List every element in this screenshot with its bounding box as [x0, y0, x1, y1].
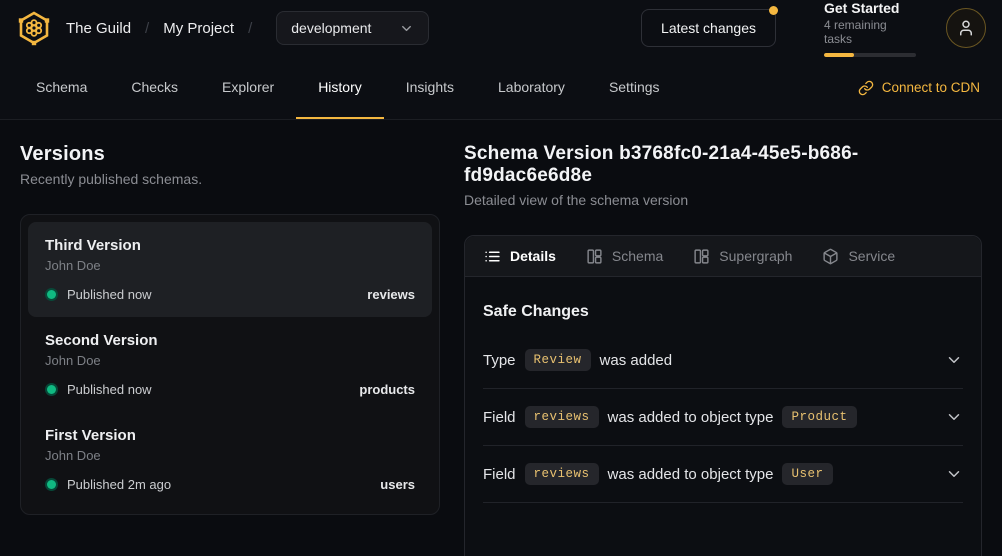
tab-explorer[interactable]: Explorer	[200, 56, 296, 119]
service-name: reviews	[367, 287, 415, 302]
change-prefix: Type	[483, 352, 516, 369]
detail-subtitle: Detailed view of the schema version	[464, 192, 982, 208]
get-started-widget[interactable]: Get Started 4 remaining tasks	[824, 0, 916, 57]
change-code: reviews	[525, 406, 599, 428]
published-time: Published 2m ago	[67, 477, 171, 492]
detail-tab-bar: Details Schema Supergraph Service	[465, 236, 981, 277]
top-bar: The Guild / My Project / development Lat…	[0, 0, 1002, 56]
tab-checks[interactable]: Checks	[109, 56, 200, 119]
versions-list: Third Version John Doe Published now rev…	[20, 214, 440, 515]
change-code: Review	[525, 349, 591, 371]
detail-body: Safe Changes Type Review was added Field…	[465, 277, 981, 522]
user-icon	[957, 19, 975, 37]
published-time: Published now	[67, 287, 152, 302]
user-avatar[interactable]	[946, 8, 986, 48]
detail-tab-details[interactable]: Details	[484, 248, 556, 265]
schema-version-detail-panel: Schema Version b3768fc0-21a4-45e5-b686-f…	[464, 120, 982, 556]
published-status-dot	[47, 385, 56, 394]
target-nav: Schema Checks Explorer History Insights …	[0, 56, 1002, 120]
detail-tab-label: Details	[510, 248, 556, 264]
version-list-item[interactable]: First Version John Doe Published 2m ago …	[28, 412, 432, 507]
tab-insights[interactable]: Insights	[384, 56, 476, 119]
columns-icon	[693, 248, 710, 265]
version-meta: Published now reviews	[45, 287, 415, 302]
list-icon	[484, 248, 501, 265]
versions-title: Versions	[20, 143, 440, 166]
change-text: was added to object type	[608, 409, 774, 426]
version-name: First Version	[45, 427, 415, 444]
chevron-down-icon	[399, 21, 414, 36]
notification-dot	[769, 6, 778, 15]
change-text: was added to object type	[608, 466, 774, 483]
tab-laboratory[interactable]: Laboratory	[476, 56, 587, 119]
change-row[interactable]: Field reviews was added to object type U…	[483, 446, 963, 503]
hive-logo-icon[interactable]	[16, 10, 52, 46]
change-prefix: Field	[483, 409, 516, 426]
link-icon	[858, 80, 874, 96]
get-started-subtitle: 4 remaining tasks	[824, 18, 916, 46]
published-status-dot	[47, 480, 56, 489]
tab-settings[interactable]: Settings	[587, 56, 682, 119]
service-name: products	[359, 382, 415, 397]
version-name: Third Version	[45, 237, 415, 254]
detail-card: Details Schema Supergraph Service Safe C…	[464, 235, 982, 556]
published-status-dot	[47, 290, 56, 299]
breadcrumb-separator: /	[145, 20, 149, 37]
version-meta: Published now products	[45, 382, 415, 397]
columns-icon	[586, 248, 603, 265]
version-list-item[interactable]: Third Version John Doe Published now rev…	[28, 222, 432, 317]
box-icon	[822, 248, 839, 265]
version-author: John Doe	[45, 258, 415, 273]
safe-changes-title: Safe Changes	[483, 303, 963, 321]
tab-schema[interactable]: Schema	[14, 56, 109, 119]
detail-tab-service[interactable]: Service	[822, 248, 895, 265]
versions-panel: Versions Recently published schemas. Thi…	[20, 120, 440, 556]
change-code: User	[782, 463, 832, 485]
tab-history[interactable]: History	[296, 56, 384, 119]
detail-tab-schema[interactable]: Schema	[586, 248, 663, 265]
environment-selector[interactable]: development	[276, 11, 429, 45]
latest-changes-button[interactable]: Latest changes	[641, 9, 776, 47]
version-list-item[interactable]: Second Version John Doe Published now pr…	[28, 317, 432, 412]
change-prefix: Field	[483, 466, 516, 483]
chevron-down-icon[interactable]	[945, 465, 963, 483]
version-author: John Doe	[45, 448, 415, 463]
chevron-down-icon[interactable]	[945, 408, 963, 426]
breadcrumb-separator: /	[248, 20, 252, 37]
change-text: was added	[600, 352, 673, 369]
version-author: John Doe	[45, 353, 415, 368]
service-name: users	[380, 477, 415, 492]
detail-tab-label: Schema	[612, 248, 663, 264]
main-content: Versions Recently published schemas. Thi…	[0, 120, 1002, 556]
latest-changes-label: Latest changes	[661, 20, 756, 36]
versions-subtitle: Recently published schemas.	[20, 171, 440, 187]
change-code: Product	[782, 406, 856, 428]
connect-to-cdn-label: Connect to CDN	[882, 80, 980, 95]
change-code: reviews	[525, 463, 599, 485]
environment-selector-value: development	[291, 20, 371, 36]
get-started-title: Get Started	[824, 0, 916, 16]
version-name: Second Version	[45, 332, 415, 349]
change-row[interactable]: Field reviews was added to object type P…	[483, 389, 963, 446]
detail-title: Schema Version b3768fc0-21a4-45e5-b686-f…	[464, 143, 982, 187]
published-time: Published now	[67, 382, 152, 397]
detail-tab-label: Supergraph	[719, 248, 792, 264]
breadcrumb-project[interactable]: My Project	[163, 20, 234, 37]
detail-tab-supergraph[interactable]: Supergraph	[693, 248, 792, 265]
change-row[interactable]: Type Review was added	[483, 332, 963, 389]
connect-to-cdn-link[interactable]: Connect to CDN	[850, 56, 988, 119]
chevron-down-icon[interactable]	[945, 351, 963, 369]
breadcrumb-org[interactable]: The Guild	[66, 20, 131, 37]
version-meta: Published 2m ago users	[45, 477, 415, 492]
detail-tab-label: Service	[848, 248, 895, 264]
